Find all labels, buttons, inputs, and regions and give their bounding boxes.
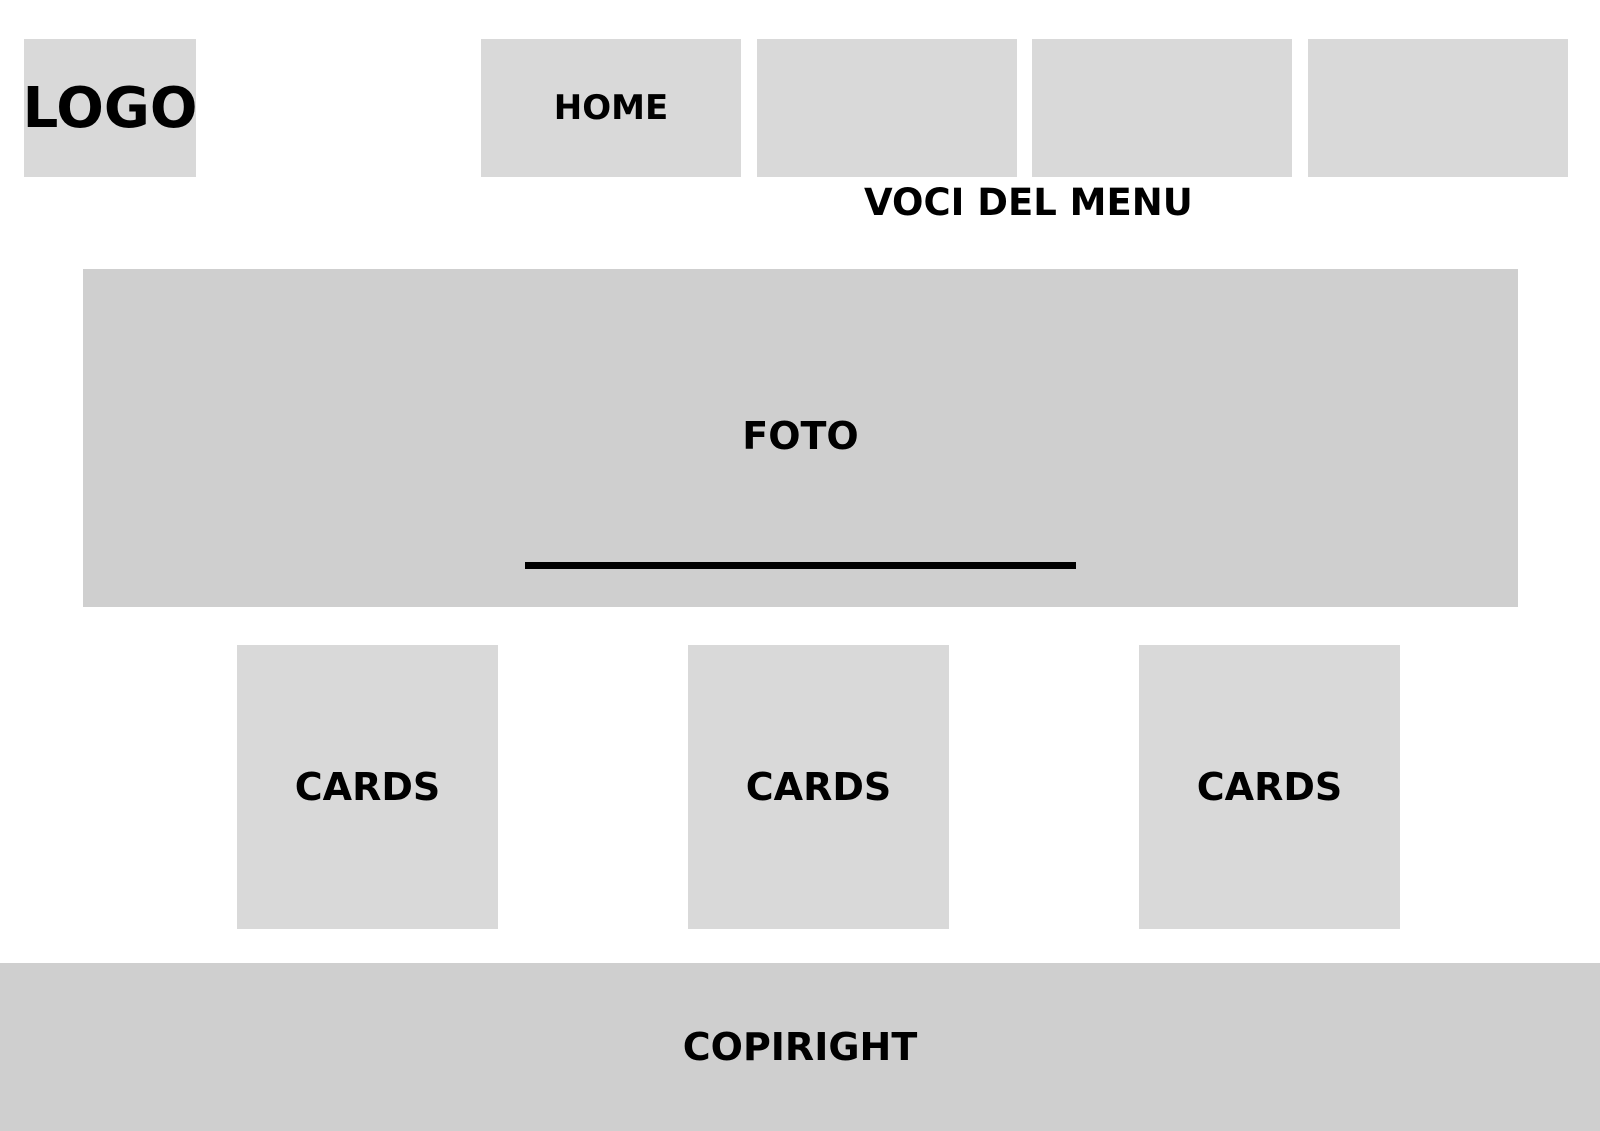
hero-photo-placeholder: FOTO: [83, 269, 1518, 607]
logo-placeholder[interactable]: LOGO: [24, 39, 196, 177]
card-2[interactable]: CARDS: [688, 645, 949, 929]
hero-label: FOTO: [742, 414, 859, 458]
nav-item-label: HOME: [553, 88, 669, 128]
card-label: CARDS: [1196, 765, 1343, 809]
footer-label: COPIRIGHT: [682, 1025, 918, 1069]
logo-label: LOGO: [24, 75, 196, 141]
menu-caption: VOCI DEL MENU: [864, 181, 1193, 224]
nav-item-2[interactable]: [757, 39, 1017, 177]
card-label: CARDS: [745, 765, 892, 809]
card-1[interactable]: CARDS: [237, 645, 498, 929]
card-label: CARDS: [294, 765, 441, 809]
nav-item-3[interactable]: [1032, 39, 1292, 177]
nav-item-home[interactable]: HOME: [481, 39, 741, 177]
footer: COPIRIGHT: [0, 963, 1600, 1131]
hero-divider-line: [525, 562, 1076, 569]
nav-item-4[interactable]: [1308, 39, 1568, 177]
card-3[interactable]: CARDS: [1139, 645, 1400, 929]
